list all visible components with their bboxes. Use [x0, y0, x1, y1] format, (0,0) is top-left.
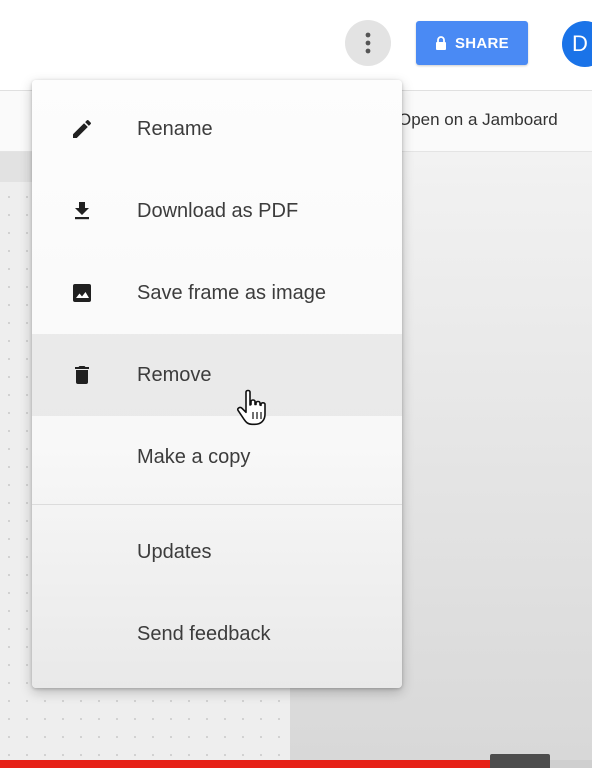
download-icon — [68, 197, 96, 225]
avatar[interactable]: D — [562, 21, 592, 67]
menu-item-download-pdf[interactable]: Download as PDF — [32, 170, 402, 252]
top-app-bar: SHARE D — [0, 0, 592, 91]
open-on-jamboard-link[interactable]: Open on a Jamboard — [398, 110, 558, 130]
menu-item-label: Save frame as image — [137, 281, 326, 304]
menu-divider — [32, 504, 402, 505]
screen: SHARE D Open on a Jamboard Rename Downlo… — [0, 0, 592, 768]
video-scrubber[interactable] — [490, 754, 550, 768]
menu-item-label: Send feedback — [137, 622, 271, 645]
menu-item-label: Updates — [137, 540, 212, 563]
menu-item-remove[interactable]: Remove — [32, 334, 402, 416]
menu-item-label: Remove — [137, 363, 212, 386]
image-icon — [68, 279, 96, 307]
menu-item-label: Rename — [137, 117, 213, 140]
more-options-button[interactable] — [345, 20, 391, 66]
menu-item-rename[interactable]: Rename — [32, 88, 402, 170]
more-vert-icon — [365, 32, 371, 54]
share-label: SHARE — [454, 34, 509, 52]
menu-item-label: Download as PDF — [137, 199, 299, 222]
avatar-initial: D — [572, 31, 588, 56]
lock-icon — [435, 36, 446, 50]
options-menu: Rename Download as PDF Save frame as ima… — [32, 80, 402, 688]
menu-item-label: Make a copy — [137, 445, 251, 468]
menu-item-save-frame-image[interactable]: Save frame as image — [32, 252, 402, 334]
video-progress-fill — [0, 760, 498, 768]
pencil-icon — [68, 115, 96, 143]
share-button[interactable]: SHARE — [416, 21, 528, 65]
hand-cursor-icon — [237, 389, 266, 426]
trash-icon — [68, 361, 96, 389]
menu-item-send-feedback[interactable]: Send feedback — [32, 593, 402, 675]
menu-item-updates[interactable]: Updates — [32, 511, 402, 593]
menu-item-make-copy[interactable]: Make a copy — [32, 416, 402, 498]
